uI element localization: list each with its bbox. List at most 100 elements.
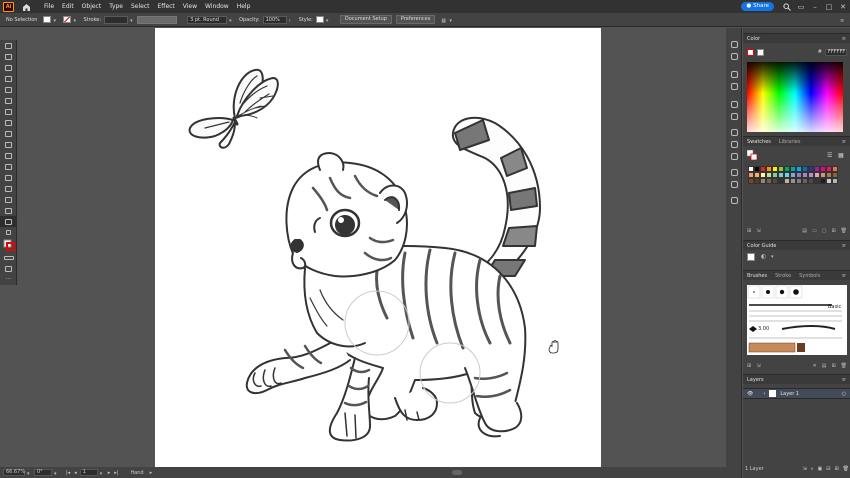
appearance-icon[interactable] <box>726 68 742 80</box>
last-artboard-icon[interactable]: ▸| <box>114 470 118 476</box>
fill-dropdown-icon[interactable]: ▾ <box>53 18 57 24</box>
clipping-mask-icon[interactable]: ▣ <box>818 466 823 472</box>
remove-brush-icon[interactable]: ✕ <box>813 363 817 371</box>
search-icon[interactable] <box>780 0 794 13</box>
symbols-tab[interactable]: Symbols <box>799 273 820 279</box>
swatches-menu-icon[interactable]: ≡ <box>842 139 846 145</box>
horizontal-scrollbar-thumb[interactable] <box>452 470 463 475</box>
next-artboard-icon[interactable]: ▸ <box>108 470 111 476</box>
show-kinds-icon[interactable]: ▤ <box>802 228 807 236</box>
stroke-swatch[interactable] <box>63 16 72 23</box>
brushes-tab[interactable]: Brushes <box>747 273 767 279</box>
style-swatch[interactable] <box>315 16 324 23</box>
color-guide-base-swatch[interactable] <box>747 253 755 261</box>
workspace-icon[interactable]: ▭ <box>794 0 808 13</box>
prev-artboard-icon[interactable]: ◂ <box>74 470 77 476</box>
transparency-icon[interactable] <box>726 98 742 110</box>
brush-libraries-icon[interactable]: ⊞ <box>747 363 751 371</box>
menu-window[interactable]: Window <box>201 0 233 13</box>
artboard-number-field[interactable]: 1 <box>79 469 98 476</box>
layer-target-icon[interactable]: ○ <box>842 391 846 397</box>
symbol-sprayer-tool-icon[interactable] <box>0 183 17 194</box>
shape-builder-tool-icon[interactable] <box>0 139 17 150</box>
delete-brush-icon[interactable]: 🗑 <box>841 363 847 371</box>
artboard-tool-icon[interactable] <box>0 194 17 205</box>
layer-name[interactable]: Layer 1 <box>780 391 799 397</box>
export-icon[interactable] <box>726 166 742 178</box>
opacity-arrow-icon[interactable]: › <box>289 18 293 24</box>
close-icon[interactable]: ✕ <box>836 0 850 13</box>
list-view-icon[interactable]: ☰ <box>827 152 832 159</box>
style-dropdown-icon[interactable]: ▾ <box>326 18 330 24</box>
preferences-button[interactable]: Preferences <box>395 15 436 24</box>
brush-field[interactable]: 3 pt. Round <box>187 15 228 24</box>
fill-swatch[interactable] <box>43 16 52 23</box>
screen-mode-icon[interactable] <box>0 263 17 274</box>
properties-icon[interactable] <box>726 38 742 50</box>
new-swatch-icon[interactable]: ⊞ <box>831 228 835 236</box>
zoom-dropdown-icon[interactable]: ▾ <box>27 471 31 477</box>
asset-export-icon[interactable] <box>726 178 742 190</box>
swatch-chip[interactable] <box>832 178 838 184</box>
direct-selection-tool-icon[interactable] <box>0 51 17 62</box>
stroke-dropdown-icon[interactable]: ▾ <box>73 18 77 24</box>
menu-file[interactable]: File <box>40 0 58 13</box>
layers-menu-icon[interactable]: ≡ <box>842 377 846 383</box>
rotation-field[interactable]: 0° <box>34 469 52 476</box>
curvature-tool-icon[interactable] <box>0 73 17 84</box>
new-sublayer-icon[interactable]: ⊟ <box>826 466 830 472</box>
artboards-icon[interactable] <box>726 150 742 162</box>
swatch-libraries-icon[interactable]: ⊞ <box>747 228 751 236</box>
rotate-tool-icon[interactable] <box>0 117 17 128</box>
gradient-tool-icon[interactable] <box>0 150 17 161</box>
transform-icon[interactable] <box>726 126 742 138</box>
stroke-weight-dropdown-icon[interactable]: ▾ <box>130 18 134 24</box>
share-button[interactable]: ● Share <box>741 2 774 11</box>
graphic-styles-icon[interactable] <box>726 80 742 92</box>
color-panel-menu-icon[interactable]: ≡ <box>842 36 846 42</box>
menu-effect[interactable]: Effect <box>154 0 179 13</box>
layers-panel-header[interactable]: Layers ≡ <box>743 374 850 384</box>
libraries-tab[interactable]: Libraries <box>779 139 801 145</box>
menu-select[interactable]: Select <box>127 0 154 13</box>
pathfinder-icon[interactable] <box>726 110 742 122</box>
eyedropper-tool-icon[interactable] <box>0 161 17 172</box>
swatches-fill-stroke[interactable] <box>746 149 758 161</box>
first-artboard-icon[interactable]: |◂ <box>66 470 70 476</box>
paintbrush-tool-icon[interactable] <box>0 95 17 106</box>
hand-tool-icon[interactable] <box>0 205 17 216</box>
pen-tool-icon[interactable] <box>0 62 17 73</box>
hex-field[interactable]: FFFFFF <box>825 48 847 56</box>
zoom-tool-icon[interactable] <box>0 216 17 227</box>
more-tools-icon[interactable]: ··· <box>0 274 17 285</box>
color-guide-header[interactable]: Color Guide ≡ <box>743 240 850 250</box>
place-swatches-icon[interactable]: ⇲ <box>756 228 760 236</box>
status-arrow-icon[interactable]: ▸ <box>150 470 153 476</box>
delete-swatch-icon[interactable]: 🗑 <box>841 228 847 236</box>
harmony-dropdown-icon[interactable]: ▾ <box>771 254 774 260</box>
artboard-dropdown-icon[interactable]: ▾ <box>100 471 104 477</box>
home-icon[interactable] <box>20 2 32 12</box>
color-guide-menu-icon[interactable]: ≡ <box>842 243 846 249</box>
expand-layer-icon[interactable]: › <box>763 391 765 397</box>
comments-icon[interactable] <box>726 194 742 206</box>
swatch-options-icon[interactable]: ▭ <box>812 228 817 236</box>
menu-object[interactable]: Object <box>78 0 106 13</box>
arrange-icon[interactable]: ▦ <box>441 18 446 24</box>
info-icon[interactable] <box>726 50 742 62</box>
brush-dropdown-icon[interactable]: ▾ <box>229 18 233 24</box>
harmony-icon[interactable]: ◐ <box>761 253 766 260</box>
eraser-tool-icon[interactable] <box>0 128 17 139</box>
zoom-field[interactable]: 66.67% <box>3 469 25 476</box>
color-panel-header[interactable]: Color ≡ <box>743 33 850 43</box>
artboard[interactable] <box>155 28 601 467</box>
type-tool-icon[interactable] <box>0 106 17 117</box>
minimize-icon[interactable]: – <box>808 0 822 13</box>
swap-fill-stroke-icon[interactable] <box>0 227 17 238</box>
brushes-menu-icon[interactable]: ≡ <box>842 273 846 279</box>
brush-options-icon[interactable]: ▤ <box>822 363 827 371</box>
fill-stroke-indicator[interactable] <box>0 238 17 252</box>
new-brush-icon[interactable]: ⊞ <box>831 363 835 371</box>
document-setup-button[interactable]: Document Setup <box>339 15 392 24</box>
stroke-tab[interactable]: Stroke <box>775 273 791 279</box>
